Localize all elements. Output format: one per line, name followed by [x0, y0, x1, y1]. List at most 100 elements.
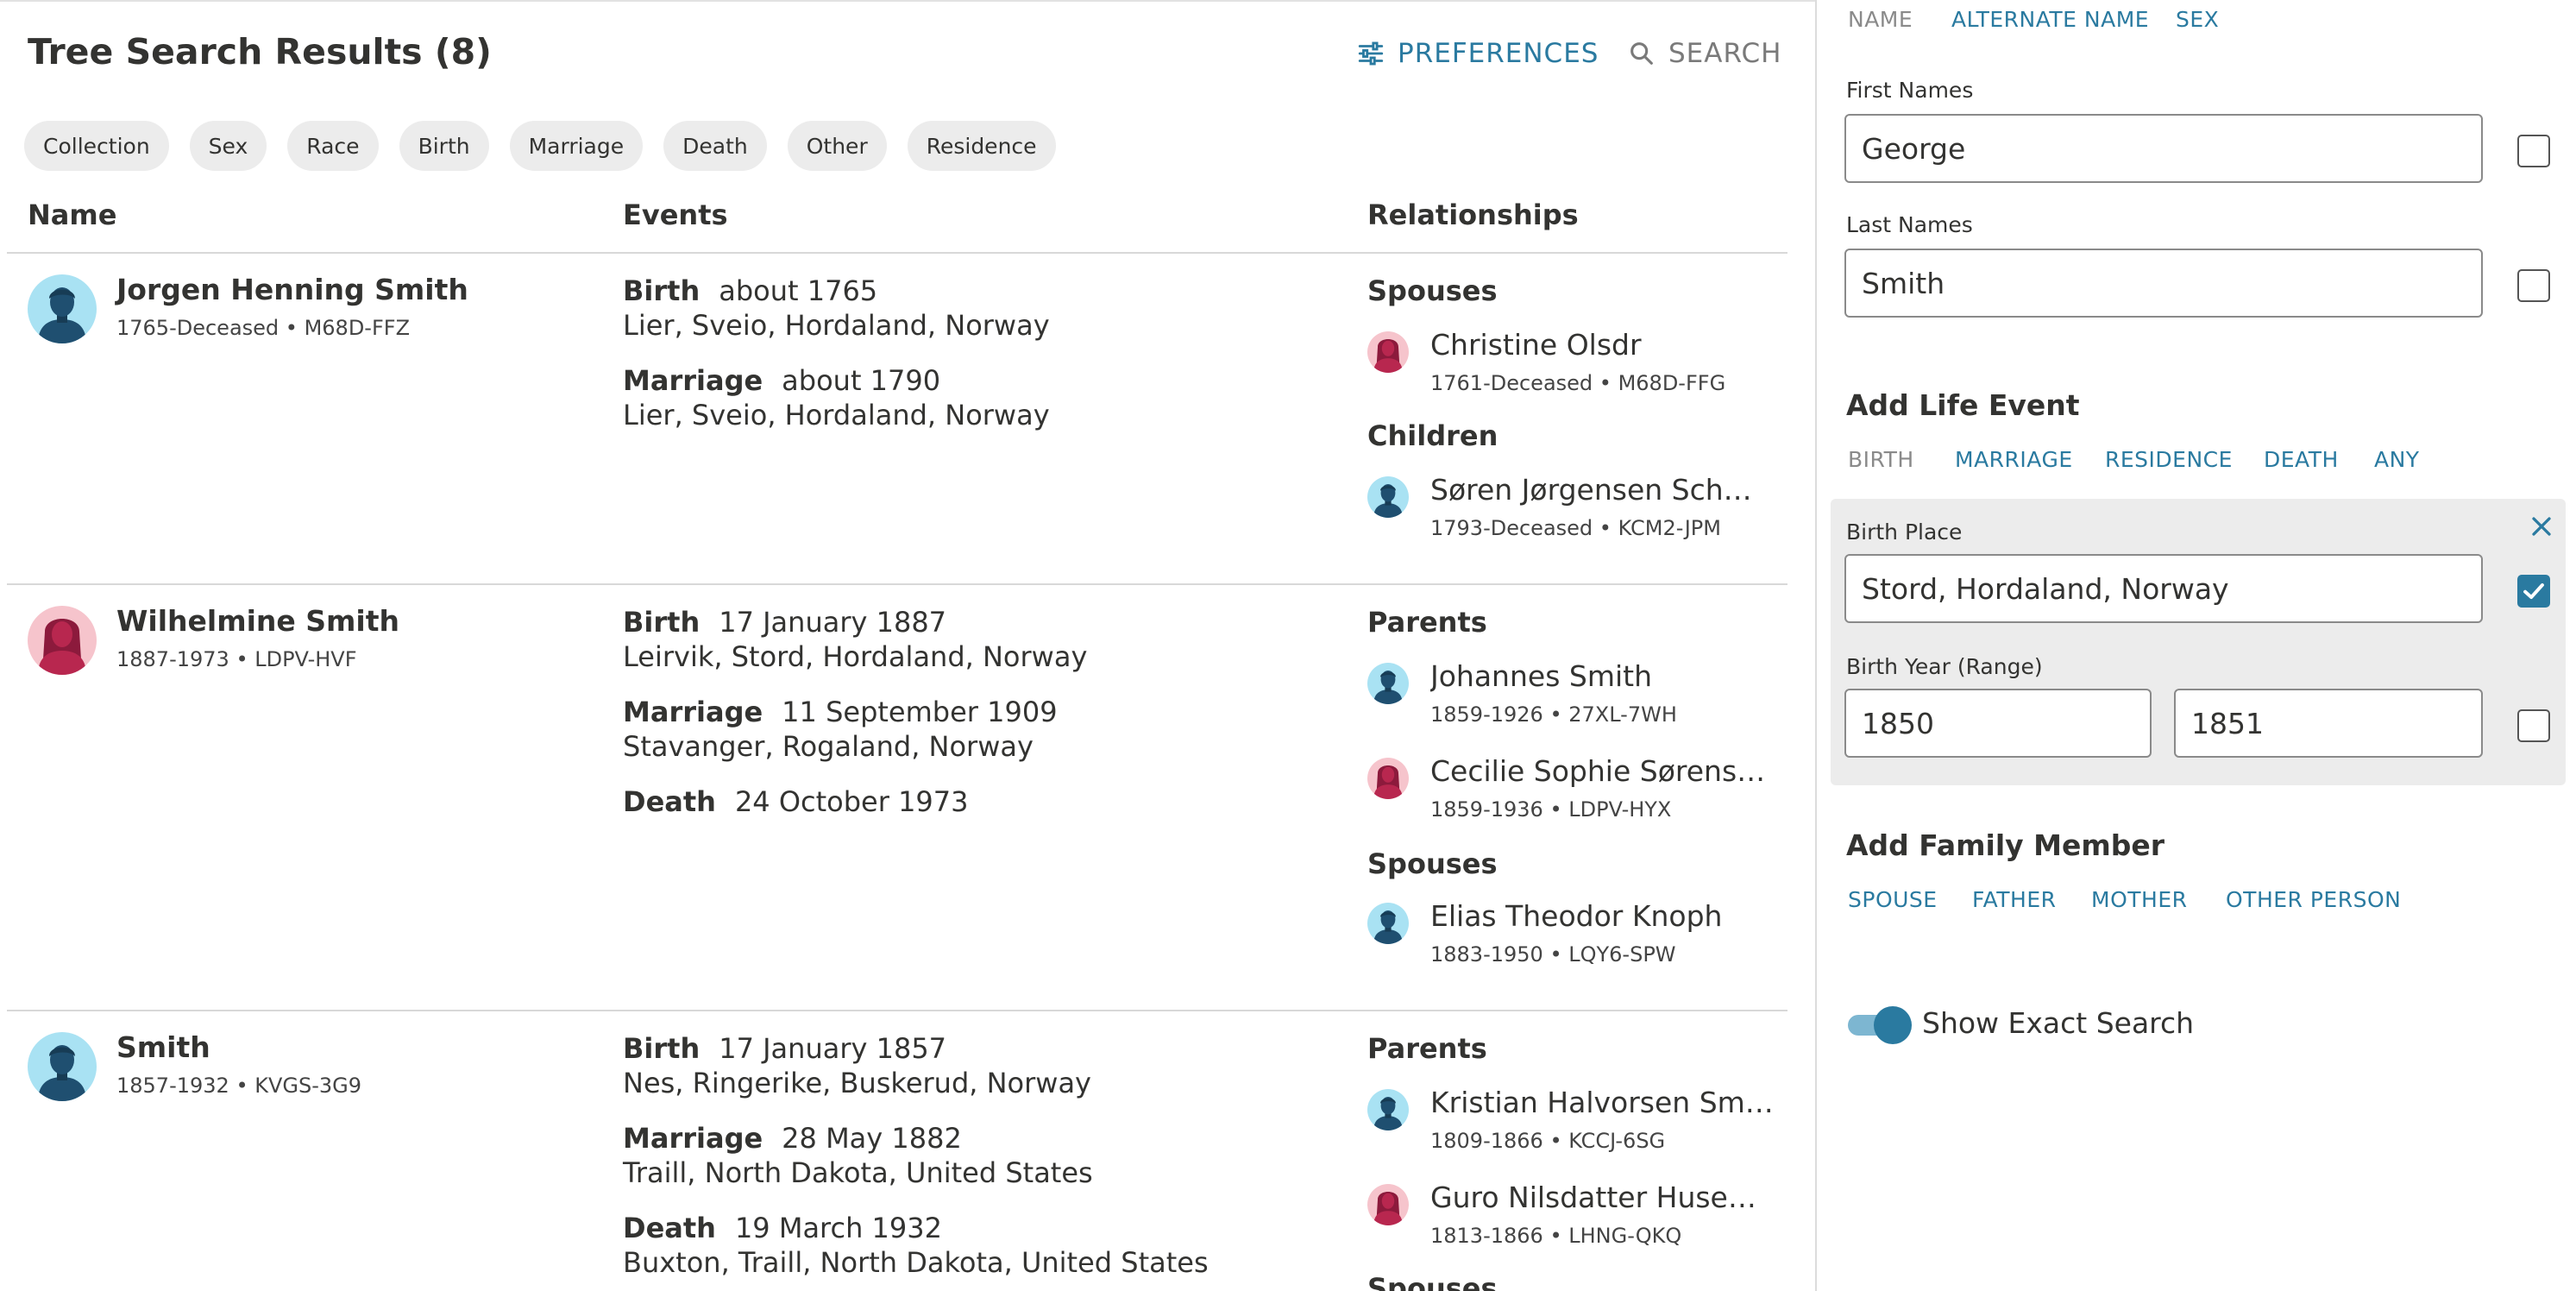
filter-chip-residence[interactable]: Residence — [907, 121, 1056, 171]
avatar — [1367, 331, 1409, 373]
filter-chip-collection[interactable]: Collection — [24, 121, 169, 171]
add-life-event-title: Add Life Event — [1846, 388, 2080, 422]
search-button[interactable]: SEARCH — [1627, 38, 1781, 69]
family-mother[interactable]: MOTHER — [2091, 887, 2187, 912]
life-event-residence[interactable]: RESIDENCE — [2105, 447, 2233, 472]
birth-year-from-input[interactable] — [1844, 689, 2152, 758]
last-names-exact-checkbox[interactable] — [2517, 269, 2550, 302]
search-results-panel: Tree Search Results (8) PREFERENCES SEAR… — [0, 0, 1815, 1291]
male-person-icon — [1373, 910, 1403, 944]
person-name[interactable]: Jorgen Henning Smith — [116, 273, 468, 306]
filter-chip-other[interactable]: Other — [787, 121, 887, 171]
first-names-exact-checkbox[interactable] — [2517, 135, 2550, 167]
female-person-icon — [1373, 765, 1403, 799]
event-place: Traill, North Dakota, United States — [623, 1156, 1093, 1189]
female-person-icon — [1373, 1192, 1403, 1225]
birth-year-label: Birth Year (Range) — [1846, 654, 2043, 679]
avatar — [1367, 476, 1409, 518]
event-death: Death 19 March 1932 — [623, 1212, 942, 1244]
last-names-input[interactable] — [1844, 249, 2483, 318]
person-name[interactable]: Wilhelmine Smith — [116, 604, 399, 638]
relationship-heading: Parents — [1367, 1032, 1487, 1065]
add-family-member-title: Add Family Member — [1846, 828, 2165, 862]
event-place: Leirvik, Stord, Hordaland, Norway — [623, 640, 1088, 673]
event-marriage: Marriage about 1790 — [623, 364, 941, 397]
column-header-name: Name — [28, 198, 117, 231]
filter-chip-marriage[interactable]: Marriage — [509, 121, 644, 171]
male-person-icon — [1373, 1097, 1403, 1130]
event-marriage: Marriage 11 September 1909 — [623, 696, 1058, 728]
relationship-heading: Spouses — [1367, 274, 1498, 307]
checkmark-icon — [2523, 583, 2544, 600]
exact-search-toggle[interactable] — [1848, 1006, 1912, 1044]
relative-name[interactable]: Elias Theodor Knoph — [1430, 899, 1722, 933]
toggle-knob — [1874, 1006, 1912, 1044]
relationship-heading: Spouses — [1367, 1272, 1498, 1291]
sliders-icon — [1358, 41, 1384, 66]
preferences-button[interactable]: PREFERENCES — [1356, 38, 1599, 69]
relative-name[interactable]: Kristian Halvorsen Smette — [1430, 1086, 1774, 1119]
birth-place-input[interactable] — [1844, 554, 2483, 623]
filter-chip-race[interactable]: Race — [287, 121, 379, 171]
family-other-person[interactable]: OTHER PERSON — [2226, 887, 2401, 912]
event-death: Death 24 October 1973 — [623, 785, 969, 818]
person-name[interactable]: Smith — [116, 1030, 210, 1064]
avatar — [1367, 758, 1409, 799]
life-event-any[interactable]: ANY — [2374, 447, 2420, 472]
relative-meta: 1793-Deceased • KCM2-JPM — [1430, 516, 1721, 540]
relationship-heading: Children — [1367, 419, 1498, 452]
life-event-birth[interactable]: BIRTH — [1848, 447, 1914, 472]
avatar — [1367, 903, 1409, 944]
filter-chip-birth[interactable]: Birth — [399, 121, 489, 171]
relationship-heading: Parents — [1367, 606, 1487, 639]
search-form-panel: NAME ALTERNATE NAME SEX First Names Last… — [1815, 0, 2576, 1291]
column-header-relationships: Relationships — [1367, 198, 1579, 231]
relative-name[interactable]: Johannes Smith — [1430, 659, 1652, 693]
close-icon[interactable] — [2526, 511, 2557, 542]
female-person-icon — [38, 619, 86, 675]
column-header-events: Events — [623, 198, 728, 231]
avatar — [1367, 1184, 1409, 1225]
male-person-icon — [1373, 671, 1403, 704]
person-meta: 1857-1932 • KVGS-3G9 — [116, 1074, 362, 1098]
search-icon — [1630, 42, 1653, 65]
tab-name[interactable]: NAME — [1848, 7, 1913, 32]
relative-meta: 1859-1926 • 27XL-7WH — [1430, 702, 1677, 727]
first-names-input[interactable] — [1844, 114, 2483, 183]
exact-search-label: Show Exact Search — [1922, 1006, 2195, 1040]
relative-name[interactable]: Christine Olsdr — [1430, 328, 1642, 362]
row-divider — [7, 583, 1787, 585]
avatar — [1367, 663, 1409, 704]
family-father[interactable]: FATHER — [1972, 887, 2056, 912]
relative-meta: 1813-1866 • LHNG-QKQ — [1430, 1224, 1682, 1248]
filter-chip-sex[interactable]: Sex — [189, 121, 267, 171]
avatar — [1367, 1089, 1409, 1130]
female-person-icon — [1373, 339, 1403, 373]
birth-place-exact-checkbox[interactable] — [2517, 575, 2550, 608]
avatar — [28, 274, 97, 343]
search-label: SEARCH — [1668, 38, 1782, 69]
tab-alternate-name[interactable]: ALTERNATE NAME — [1951, 7, 2149, 32]
event-birth: Birth about 1765 — [623, 274, 878, 307]
last-names-label: Last Names — [1846, 212, 1973, 237]
relative-name[interactable]: Guro Nilsdatter Husemo... — [1430, 1181, 1774, 1214]
row-divider — [7, 1010, 1787, 1011]
relative-meta: 1761-Deceased • M68D-FFG — [1430, 371, 1726, 395]
event-marriage: Marriage 28 May 1882 — [623, 1122, 962, 1155]
male-person-icon — [38, 1045, 86, 1101]
event-place: Lier, Sveio, Hordaland, Norway — [623, 309, 1050, 342]
birth-year-exact-checkbox[interactable] — [2517, 709, 2550, 742]
relative-name[interactable]: Cecilie Sophie Sørensdat... — [1430, 754, 1774, 788]
filter-chip-death[interactable]: Death — [663, 121, 767, 171]
event-place: Lier, Sveio, Hordaland, Norway — [623, 399, 1050, 431]
birth-place-label: Birth Place — [1846, 520, 1963, 545]
tab-sex[interactable]: SEX — [2176, 7, 2219, 32]
life-event-death[interactable]: DEATH — [2264, 447, 2339, 472]
relative-meta: 1883-1950 • LQY6-SPW — [1430, 942, 1676, 967]
preferences-label: PREFERENCES — [1398, 38, 1599, 69]
event-place: Buxton, Traill, North Dakota, United Sta… — [623, 1246, 1209, 1279]
birth-year-to-input[interactable] — [2174, 689, 2483, 758]
life-event-marriage[interactable]: MARRIAGE — [1955, 447, 2073, 472]
relative-name[interactable]: Søren Jørgensen Schmidt — [1430, 473, 1774, 507]
family-spouse[interactable]: SPOUSE — [1848, 887, 1938, 912]
